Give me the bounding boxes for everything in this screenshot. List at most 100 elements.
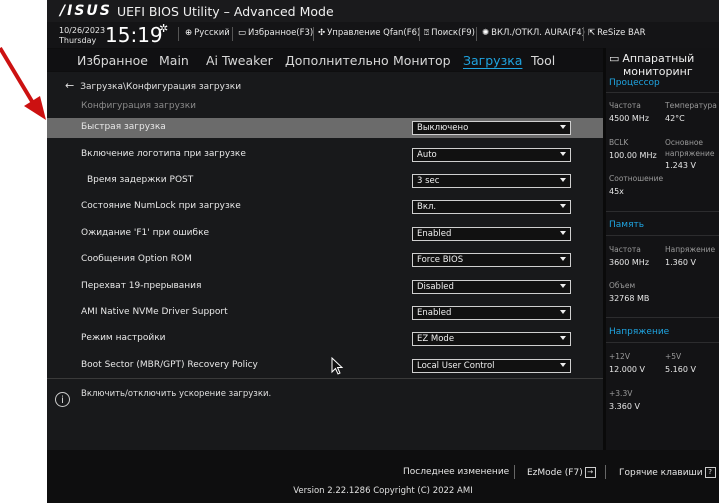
search-button[interactable]: ⍰ Поиск(F9) xyxy=(424,28,475,38)
numlock-dropdown[interactable]: Вкл. xyxy=(412,200,571,214)
chevron-down-icon xyxy=(560,336,566,340)
aura-icon: ✺ xyxy=(482,28,490,38)
favorites-button[interactable]: ▭ Избранное(F3) xyxy=(238,28,313,38)
setting-label: Boot Sector (MBR/GPT) Recovery Policy xyxy=(81,360,258,370)
setting-label: Включение логотипа при загрузке xyxy=(81,149,246,159)
tab-favorites[interactable]: Избранное xyxy=(77,53,148,68)
option-rom-dropdown[interactable]: Force BIOS xyxy=(412,253,571,267)
setting-label: Состояние NumLock при загрузке xyxy=(81,201,241,211)
setup-mode-dropdown[interactable]: EZ Mode xyxy=(412,332,571,346)
back-arrow-icon[interactable]: ← xyxy=(65,79,74,92)
divider xyxy=(606,317,719,318)
gear-icon[interactable]: ✲ xyxy=(159,22,168,35)
favorites-label: Избранное(F3) xyxy=(248,28,314,38)
section-subtitle: Конфигурация загрузки xyxy=(81,101,196,111)
dropdown-value: Enabled xyxy=(417,308,452,318)
hotkeys-button[interactable]: Горячие клавиши? xyxy=(619,467,716,478)
setting-row-boot-sector-recovery[interactable]: Boot Sector (MBR/GPT) Recovery Policy Lo… xyxy=(47,356,603,376)
setting-row-nvme-driver[interactable]: AMI Native NVMe Driver Support Enabled xyxy=(47,303,603,323)
favorites-icon: ▭ xyxy=(238,28,247,38)
post-delay-dropdown[interactable]: 3 sec xyxy=(412,174,571,188)
setting-row-numlock[interactable]: Состояние NumLock при загрузке Вкл. xyxy=(47,197,603,217)
tab-boot[interactable]: Загрузка xyxy=(463,53,522,68)
resize-bar-button[interactable]: ⇱ ReSize BAR xyxy=(588,28,646,38)
int19-dropdown[interactable]: Disabled xyxy=(412,280,571,294)
ezmode-label: EzMode (F7) xyxy=(527,468,583,478)
qfan-button[interactable]: ✣ Управление Qfan(F6) xyxy=(318,28,420,38)
mem-freq-value: 3600 MHz xyxy=(609,258,650,267)
chevron-down-icon xyxy=(560,125,566,129)
divider xyxy=(606,211,719,212)
boot-sector-recovery-dropdown[interactable]: Local User Control xyxy=(412,359,571,373)
divider xyxy=(606,235,719,236)
setting-row-boot-logo[interactable]: Включение логотипа при загрузке Auto xyxy=(47,145,603,165)
setting-row-int19[interactable]: Перехват 19-прерывания Disabled xyxy=(47,277,603,297)
divider xyxy=(178,27,179,41)
setting-label: Режим настройки xyxy=(81,333,166,343)
weekday-text: Thursday xyxy=(59,36,97,45)
setting-label: Перехват 19-прерывания xyxy=(81,281,202,291)
help-text: Включить/отключить ускорение загрузки. xyxy=(81,389,272,399)
setting-label: AMI Native NVMe Driver Support xyxy=(81,307,228,317)
mem-volt-label: Напряжение xyxy=(665,245,716,254)
core-voltage-label-2: напряжение xyxy=(665,149,715,158)
tab-main[interactable]: Main xyxy=(159,53,189,68)
clock: 15:19 xyxy=(105,23,163,47)
ezmode-button[interactable]: EzMode (F7) → xyxy=(527,467,596,478)
chevron-down-icon xyxy=(560,363,566,367)
voltage-heading: Напряжение xyxy=(609,327,670,337)
chevron-down-icon xyxy=(560,178,566,182)
cpu-temp-label: Температура xyxy=(665,101,717,110)
tab-tool[interactable]: Tool xyxy=(531,53,555,68)
tab-ai-tweaker[interactable]: Ai Tweaker xyxy=(206,53,273,68)
cpu-heading: Процессор xyxy=(609,78,660,88)
dropdown-value: 3 sec xyxy=(417,176,440,186)
hw-title-line1: Аппаратный xyxy=(622,52,695,65)
breadcrumb[interactable]: ← Загрузка\Конфигурация загрузки xyxy=(65,79,241,92)
boot-logo-dropdown[interactable]: Auto xyxy=(412,148,571,162)
globe-icon: ⊕ xyxy=(185,28,193,38)
nvme-driver-dropdown[interactable]: Enabled xyxy=(412,306,571,320)
dropdown-value: Enabled xyxy=(417,229,452,239)
dropdown-value: Вкл. xyxy=(417,202,437,212)
setting-label: Время задержки POST xyxy=(87,175,194,185)
chevron-down-icon xyxy=(560,231,566,235)
bclk-value: 100.00 MHz xyxy=(609,151,657,160)
ratio-value: 45x xyxy=(609,187,624,196)
setting-label: Быстрая загрузка xyxy=(81,122,166,132)
tab-monitor[interactable]: Монитор xyxy=(393,53,451,68)
setting-label: Сообщения Option ROM xyxy=(81,254,192,264)
wait-f1-dropdown[interactable]: Enabled xyxy=(412,227,571,241)
setting-row-post-delay[interactable]: Время задержки POST 3 sec xyxy=(47,171,603,191)
divider xyxy=(313,27,314,41)
aura-button[interactable]: ✺ ВКЛ./ОТКЛ. AURA(F4) xyxy=(482,28,585,38)
date-display: 10/26/2023 Thursday xyxy=(59,26,105,46)
qfan-label: Управление Qfan(F6) xyxy=(327,28,421,38)
v33-label: +3.3V xyxy=(609,389,633,398)
cpu-temp-value: 42°C xyxy=(665,114,685,123)
exit-icon: → xyxy=(584,467,596,478)
v33-value: 3.360 V xyxy=(609,402,640,411)
hardware-monitor-title: ▭ Аппаратный мониторинг xyxy=(609,52,694,78)
divider xyxy=(476,27,477,41)
window-title: UEFI BIOS Utility – Advanced Mode xyxy=(117,4,334,19)
setting-row-wait-f1[interactable]: Ожидание 'F1' при ошибке Enabled xyxy=(47,224,603,244)
language-button[interactable]: ⊕ Русский xyxy=(185,28,230,38)
mem-size-label: Объем xyxy=(609,281,636,290)
cpu-freq-label: Частота xyxy=(609,101,641,110)
setting-row-option-rom[interactable]: Сообщения Option ROM Force BIOS xyxy=(47,250,603,270)
fast-boot-dropdown[interactable]: Выключено xyxy=(412,121,571,135)
setting-row-setup-mode[interactable]: Режим настройки EZ Mode xyxy=(47,329,603,349)
mem-size-value: 32768 MB xyxy=(609,294,650,303)
tab-advanced[interactable]: Дополнительно xyxy=(285,53,389,68)
dropdown-value: Force BIOS xyxy=(417,255,464,265)
last-change-button[interactable]: Последнее изменение xyxy=(403,467,509,477)
core-voltage-label: Основное xyxy=(665,138,704,147)
search-label: Поиск(F9) xyxy=(431,28,475,38)
dropdown-value: Выключено xyxy=(417,123,469,133)
asus-logo: /ISUS xyxy=(60,3,112,19)
setting-row-fast-boot[interactable]: Быстрая загрузка Выключено xyxy=(47,118,603,138)
divider xyxy=(514,465,515,479)
aura-label: ВКЛ./ОТКЛ. AURA(F4) xyxy=(491,28,586,38)
divider xyxy=(419,27,420,41)
